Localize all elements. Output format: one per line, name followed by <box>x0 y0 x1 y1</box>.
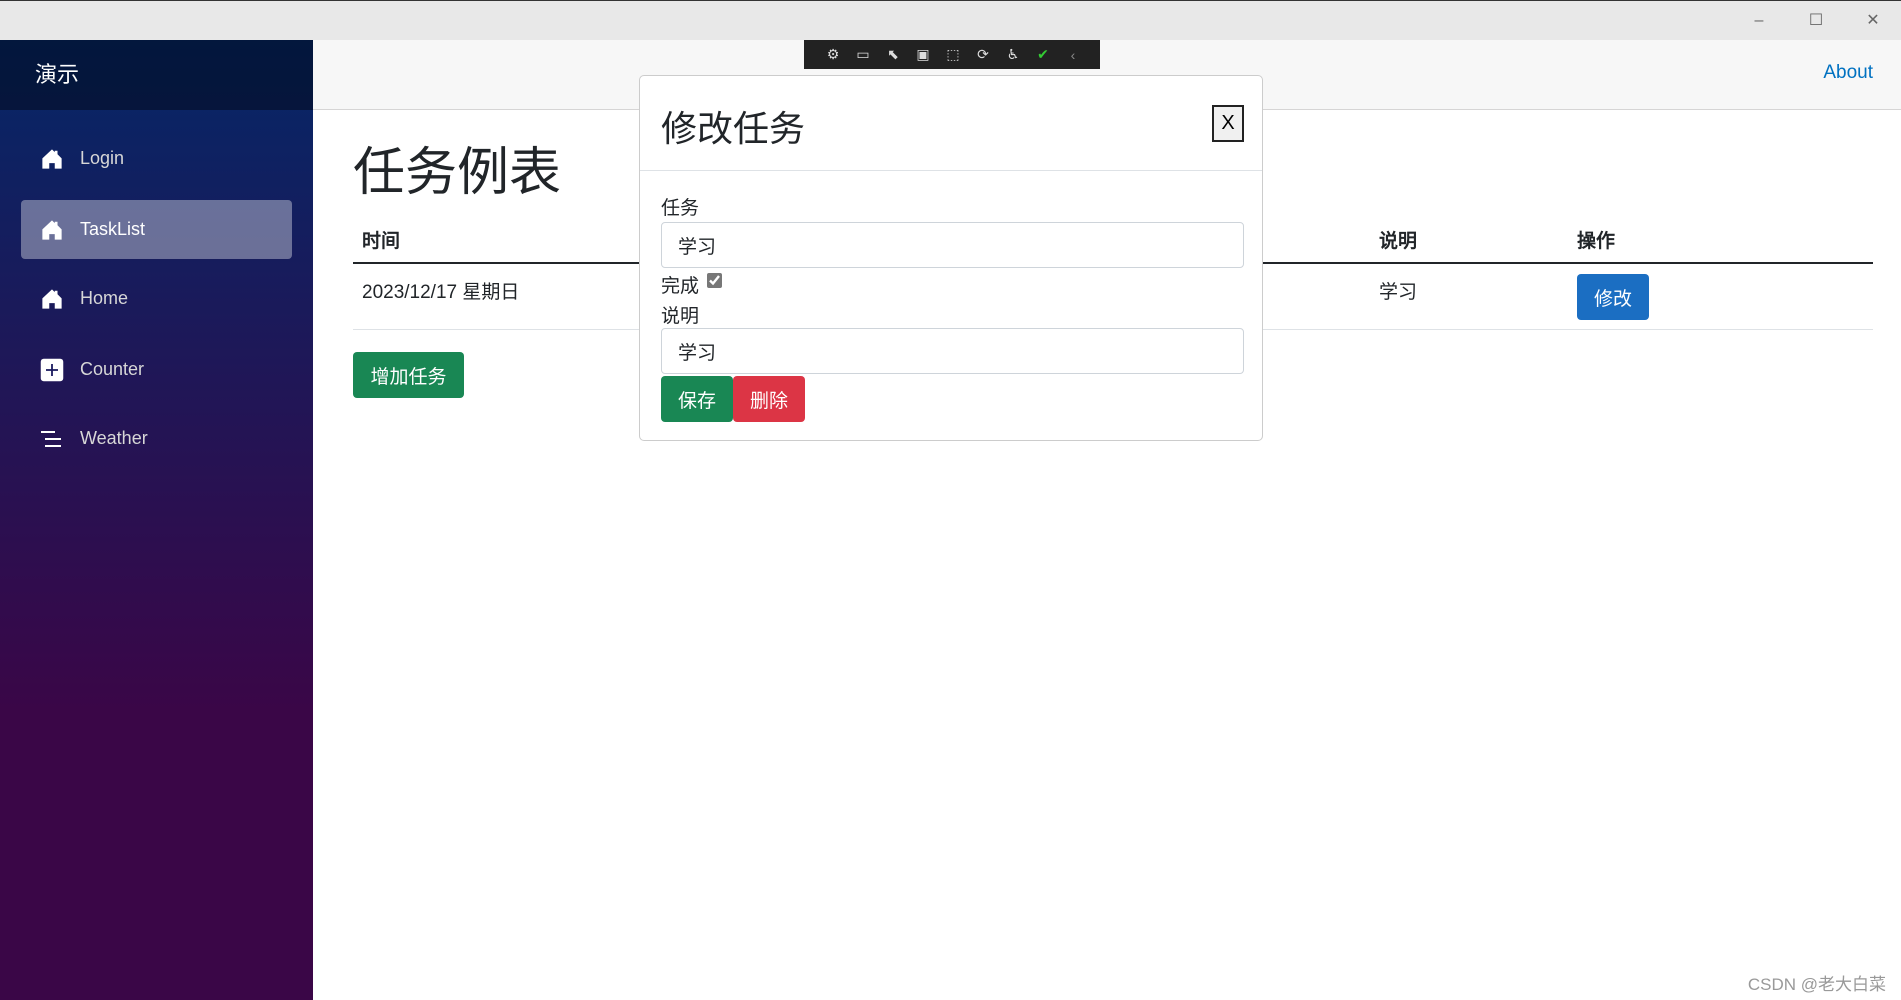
page-title: 任务例表 <box>353 144 562 202</box>
modal-title: 修改任务 <box>661 108 806 149</box>
video-icon[interactable]: ▭ <box>852 46 874 63</box>
edit-button[interactable]: 修改 <box>1577 274 1649 320</box>
desc-input[interactable] <box>661 328 1244 374</box>
column-header-time: 时间 <box>362 231 401 252</box>
select-element-icon[interactable]: ⚙ <box>822 46 844 63</box>
brand[interactable]: 演示 <box>0 40 313 110</box>
home-icon <box>40 147 64 171</box>
pointer-icon[interactable]: ⬉ <box>882 46 904 63</box>
track-focus-icon[interactable]: ⬚ <box>942 46 964 63</box>
sidebar-item-label: Login <box>80 148 125 168</box>
home-icon <box>40 287 64 311</box>
column-header-desc: 说明 <box>1379 231 1418 252</box>
watermark: CSDN @老大白菜 <box>1747 975 1886 994</box>
about-link[interactable]: About <box>1823 62 1873 84</box>
minimize-button[interactable]: – <box>1747 9 1771 33</box>
list-icon <box>40 427 64 451</box>
accessibility-icon[interactable]: ♿ <box>1002 46 1024 63</box>
desc-label: 说明 <box>661 306 700 327</box>
sidebar-item-label: TaskList <box>80 219 146 239</box>
modal-close-button[interactable]: X <box>1212 105 1244 142</box>
window-titlebar: – ☐ ✕ <box>0 0 1901 40</box>
sidebar-item-counter[interactable]: Counter <box>21 340 292 399</box>
sidebar-item-login[interactable]: Login <box>21 129 292 188</box>
edit-task-modal: 修改任务 X 任务 完成 说明 保存 删除 <box>639 75 1263 441</box>
sidebar-item-home[interactable]: Home <box>21 269 292 328</box>
sidebar-item-weather[interactable]: Weather <box>21 409 292 468</box>
maximize-button[interactable]: ☐ <box>1804 9 1828 33</box>
collapse-icon[interactable]: ‹ <box>1062 47 1084 63</box>
sidebar-item-label: Weather <box>80 428 148 448</box>
sidebar-item-label: Home <box>80 288 129 308</box>
plus-square-icon <box>40 358 64 382</box>
column-header-action: 操作 <box>1577 231 1616 252</box>
task-label: 任务 <box>661 198 700 219</box>
layout-icon[interactable]: ▣ <box>912 46 934 63</box>
check-icon[interactable]: ✔ <box>1032 46 1054 63</box>
close-window-button[interactable]: ✕ <box>1861 9 1885 33</box>
save-button[interactable]: 保存 <box>661 376 733 422</box>
home-icon <box>40 218 64 242</box>
cell-time: 2023/12/17 星期日 <box>362 282 520 303</box>
done-checkbox[interactable] <box>707 273 722 288</box>
devtools-toolbar: ⚙ ▭ ⬉ ▣ ⬚ ⟳ ♿ ✔ ‹ <box>804 40 1100 69</box>
sidebar-item-label: Counter <box>80 359 145 379</box>
add-task-button[interactable]: 增加任务 <box>353 352 464 398</box>
sidebar: 演示 Login TaskList Home Counter Weather <box>0 40 313 1000</box>
task-input[interactable] <box>661 222 1244 268</box>
sidebar-item-tasklist[interactable]: TaskList <box>21 200 292 259</box>
delete-button[interactable]: 删除 <box>733 376 805 422</box>
modal-divider <box>640 170 1262 171</box>
done-label: 完成 <box>661 276 700 297</box>
cell-desc: 学习 <box>1379 282 1418 303</box>
hot-reload-icon[interactable]: ⟳ <box>972 46 994 63</box>
